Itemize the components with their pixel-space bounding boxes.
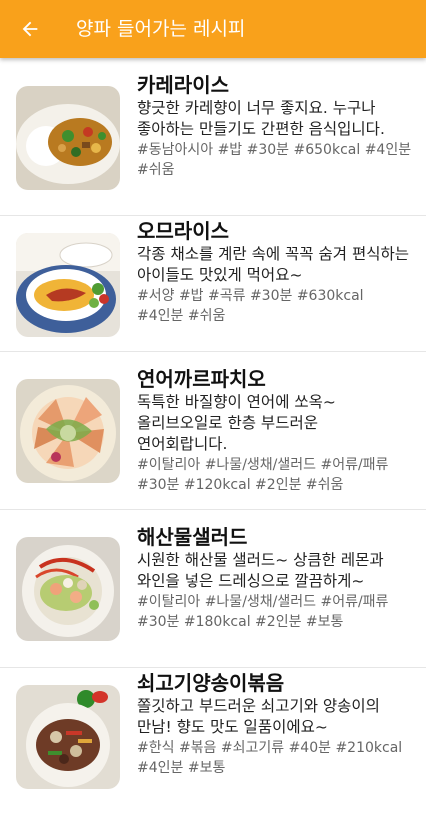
page-title: 양파 들어가는 레시피 [76,18,246,40]
recipe-description: 향긋한 카레향이 너무 좋지요. 누구나 좋아하는 만들기도 간편한 음식입니다… [137,99,385,138]
salmon-carpaccio-photo [16,379,120,483]
recipe-title: 카레라이스 [137,73,229,97]
recipe-tags: #한식 #볶음 #쇠고기류 #40분 #210kcal #4인분 #보통 [137,740,403,776]
recipe-thumbnail [16,685,120,789]
recipe-item[interactable]: 쇠고기양송이볶음 쫄깃하고 부드러운 쇠고기와 양송이의 만남! 향도 맛도 일… [0,668,426,828]
recipe-title: 쇠고기양송이볶음 [137,671,285,695]
recipe-item[interactable]: 연어까르파치오 독특한 바질향이 연어에 쏘옥~ 올리브오일로 한층 부드러운 … [0,352,426,510]
recipe-description: 각종 채소를 계란 속에 꼭꼭 숨겨 편식하는 아이들도 맛있게 먹어요~ [137,245,409,284]
recipe-item[interactable]: 오므라이스 각종 채소를 계란 속에 꼭꼭 숨겨 편식하는 아이들도 맛있게 먹… [0,216,426,352]
recipe-thumbnail [16,379,120,483]
back-button[interactable] [10,9,50,49]
recipe-list: 카레라이스 향긋한 카레향이 너무 좋지요. 누구나 좋아하는 만들기도 간편한… [0,58,426,828]
omelette-rice-photo [16,233,120,337]
recipe-thumbnail [16,86,120,190]
recipe-item[interactable]: 해산물샐러드 시원한 해산물 샐러드~ 상큼한 레몬과 와인을 넣은 드레싱으로… [0,510,426,668]
recipe-title: 오므라이스 [137,219,229,243]
recipe-description: 시원한 해산물 샐러드~ 상큼한 레몬과 와인을 넣은 드레싱으로 깔끔하게~ [137,551,384,590]
seafood-salad-photo [16,537,120,641]
recipe-thumbnail [16,233,120,337]
recipe-thumbnail [16,537,120,641]
recipe-description: 쫄깃하고 부드러운 쇠고기와 양송이의 만남! 향도 맛도 일품이에요~ [137,697,380,736]
app-bar: 양파 들어가는 레시피 [0,0,426,58]
beef-mushroom-stirfry-photo [16,685,120,789]
recipe-tags: #이탈리아 #나물/생채/샐러드 #어류/패류 #30분 #120kcal #2… [137,457,389,493]
recipe-item[interactable]: 카레라이스 향긋한 카레향이 너무 좋지요. 누구나 좋아하는 만들기도 간편한… [0,58,426,216]
recipe-tags: #이탈리아 #나물/생채/샐러드 #어류/패류 #30분 #180kcal #2… [137,594,389,630]
arrow-left-icon [22,21,38,37]
recipe-description: 독특한 바질향이 연어에 쏘옥~ 올리브오일로 한층 부드러운 연어회랍니다. [137,393,336,453]
curry-rice-photo [16,86,120,190]
recipe-tags: #동남아시아 #밥 #30분 #650kcal #4인분 #쉬움 [137,142,412,178]
recipe-title: 해산물샐러드 [137,525,248,549]
recipe-title: 연어까르파치오 [137,367,266,391]
recipe-tags: #서양 #밥 #곡류 #30분 #630kcal #4인분 #쉬움 [137,288,364,324]
